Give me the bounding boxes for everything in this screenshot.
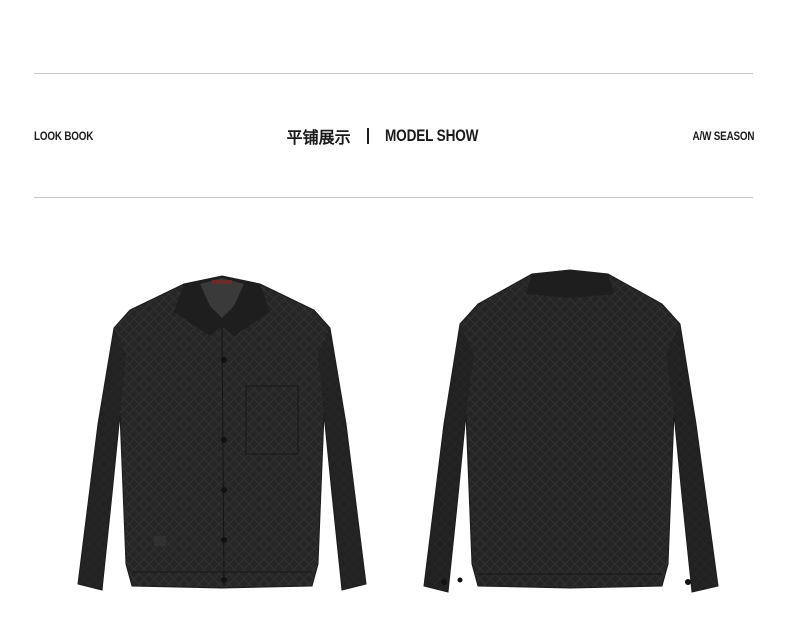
jacket-front-image [74,264,370,598]
title-english: MODEL SHOW [384,126,479,145]
top-divider [34,73,753,74]
season-label: A/W SEASON [692,129,754,143]
bottom-divider [34,197,753,198]
section-title: 平铺展示 MODEL SHOW [34,124,754,148]
jacket-back-image [420,264,722,598]
section-header: LOOK BOOK 平铺展示 MODEL SHOW A/W SEASON [34,122,754,152]
title-chinese: 平铺展示 [286,130,351,147]
jacket-front-icon [77,275,367,591]
jacket-back-icon [423,269,719,593]
title-separator [366,128,369,144]
